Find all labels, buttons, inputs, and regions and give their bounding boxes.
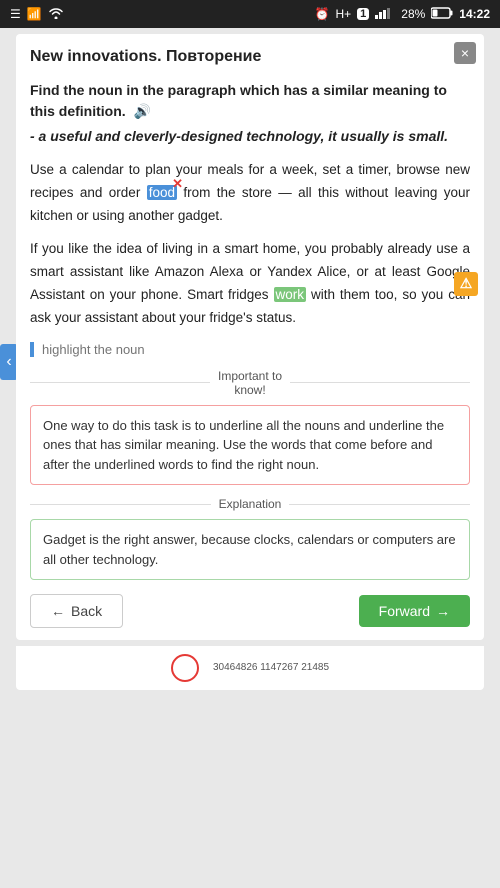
battery-icon [431, 7, 453, 22]
x-mark-food: ✕ [172, 177, 183, 190]
paragraph-2: If you like the idea of living in a smar… [30, 238, 470, 330]
status-bar-right: ⏰ H+ 1 28% 14:22 [315, 7, 491, 22]
close-icon: × [461, 45, 469, 61]
warning-symbol: ⚠ [460, 275, 473, 292]
paragraph-2-container: If you like the idea of living in a smar… [30, 238, 470, 330]
signal-bars [375, 7, 395, 22]
alarm-icon: ⏰ [315, 7, 330, 21]
exp-divider-line-left [30, 504, 211, 505]
battery-label: 28% [401, 7, 425, 21]
important-label: Important toknow! [218, 369, 282, 397]
main-card: × New innovations. Повторение Find the n… [16, 34, 484, 640]
exp-divider-line-right [289, 504, 470, 505]
info-box: One way to do this task is to underline … [30, 405, 470, 486]
forward-button[interactable]: Forward → [359, 595, 470, 627]
status-bar: ☰ 📶 ⏰ H+ 1 28% [0, 0, 500, 28]
highlight-food[interactable]: food✕ [147, 185, 177, 200]
explanation-label: Explanation [219, 497, 282, 511]
bottom-circle-icon [171, 654, 199, 682]
time-label: 14:22 [459, 7, 490, 21]
paragraph-1: Use a calendar to plan your meals for a … [30, 159, 470, 228]
close-button[interactable]: × [454, 42, 476, 64]
back-arrow-icon: ← [51, 603, 65, 619]
arrow-left-icon: ‹ [6, 353, 11, 371]
buttons-row: ← Back Forward → [30, 594, 470, 628]
status-bar-left: ☰ 📶 [10, 7, 64, 22]
warning-icon[interactable]: ⚠ [454, 272, 478, 296]
divider-line-right [290, 382, 470, 383]
bottom-numbers: 30464826 1147267 21485 [213, 661, 329, 675]
sim-number: 1 [357, 8, 369, 20]
wifi-symbol [48, 7, 64, 22]
card-title: New innovations. Повторение [30, 48, 470, 66]
definition: - a useful and cleverly-designed technol… [30, 126, 470, 147]
divider-line-left [30, 382, 210, 383]
explanation-divider: Explanation [30, 497, 470, 511]
forward-label: Forward [379, 603, 430, 619]
audio-icon[interactable]: 🔊 [134, 101, 151, 122]
bottom-bar: 30464826 1147267 21485 [16, 646, 484, 690]
question-label: Find the noun in the paragraph which has… [30, 80, 470, 122]
wifi-icon: 📶 [27, 7, 42, 21]
forward-arrow-icon: → [436, 603, 450, 619]
noun-input[interactable] [42, 342, 470, 357]
back-button[interactable]: ← Back [30, 594, 123, 628]
network-label: H+ [335, 7, 351, 21]
explanation-box: Gadget is the right answer, because cloc… [30, 519, 470, 580]
important-divider: Important toknow! [30, 369, 470, 397]
sim-icon: ☰ [10, 7, 21, 21]
back-label: Back [71, 603, 102, 619]
noun-input-area[interactable] [30, 342, 470, 357]
highlight-work[interactable]: work [274, 287, 307, 302]
